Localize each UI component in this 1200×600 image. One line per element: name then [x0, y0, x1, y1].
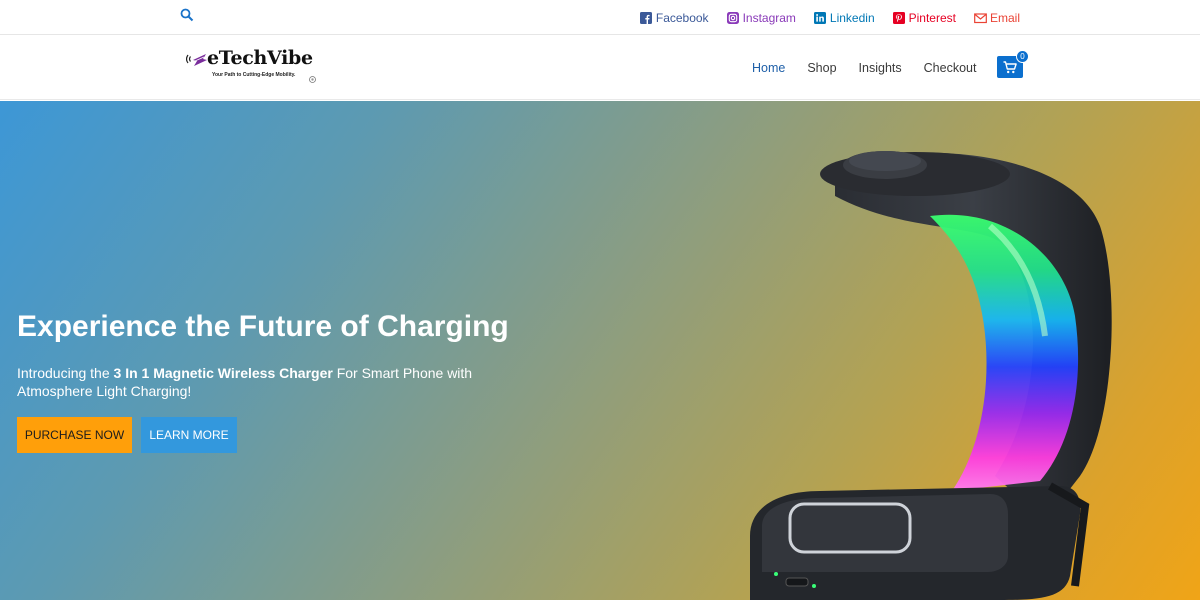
hero-banner: Experience the Future of Charging Introd… — [0, 101, 1200, 600]
logo-ring-icon — [309, 76, 316, 83]
hero-description: Introducing the 3 In 1 Magnetic Wireless… — [17, 364, 517, 400]
site-logo[interactable]: eTechVibe Your Path to Cutting-Edge Mobi… — [186, 47, 321, 89]
instagram-label: Instagram — [742, 10, 796, 25]
instagram-link[interactable]: Instagram — [726, 10, 796, 25]
pinterest-label: Pinterest — [908, 10, 956, 25]
cart-button[interactable]: 0 — [997, 50, 1029, 78]
wireless-charger-image — [750, 151, 1112, 600]
pinterest-icon — [892, 11, 905, 24]
facebook-icon — [639, 11, 652, 24]
top-bar: Facebook Instagram Linkedin Pinterest Em… — [0, 0, 1200, 35]
logo-title: eTechVibe — [207, 47, 313, 69]
nav-checkout[interactable]: Checkout — [924, 61, 977, 75]
nav-insights[interactable]: Insights — [859, 61, 902, 75]
purchase-now-button[interactable]: PURCHASE NOW — [17, 417, 132, 453]
hero-desc-prefix: Introducing the — [17, 365, 114, 381]
nav-shop[interactable]: Shop — [807, 61, 836, 75]
pinterest-link[interactable]: Pinterest — [892, 10, 956, 25]
linkedin-link[interactable]: Linkedin — [813, 10, 875, 25]
linkedin-icon — [813, 11, 826, 24]
instagram-icon — [726, 11, 739, 24]
nav-home[interactable]: Home — [752, 61, 785, 75]
social-links: Facebook Instagram Linkedin Pinterest Em… — [639, 0, 1020, 35]
email-icon — [974, 12, 987, 24]
main-nav: Home Shop Insights Checkout — [752, 35, 976, 100]
facebook-label: Facebook — [655, 10, 709, 25]
site-header: eTechVibe Your Path to Cutting-Edge Mobi… — [0, 35, 1200, 100]
email-label: Email — [989, 10, 1020, 25]
hero-title: Experience the Future of Charging — [17, 310, 509, 343]
facebook-link[interactable]: Facebook — [639, 10, 709, 25]
logo-mark-icon — [186, 54, 207, 66]
linkedin-label: Linkedin — [829, 10, 875, 25]
search-icon[interactable] — [180, 8, 196, 24]
cart-icon — [1003, 61, 1017, 74]
logo-tagline: Your Path to Cutting-Edge Mobility. — [212, 72, 296, 78]
learn-more-button[interactable]: LEARN MORE — [141, 417, 237, 453]
cart-count-badge: 0 — [1016, 50, 1029, 63]
email-link[interactable]: Email — [974, 11, 1020, 25]
hero-desc-product: 3 In 1 Magnetic Wireless Charger — [113, 365, 333, 381]
